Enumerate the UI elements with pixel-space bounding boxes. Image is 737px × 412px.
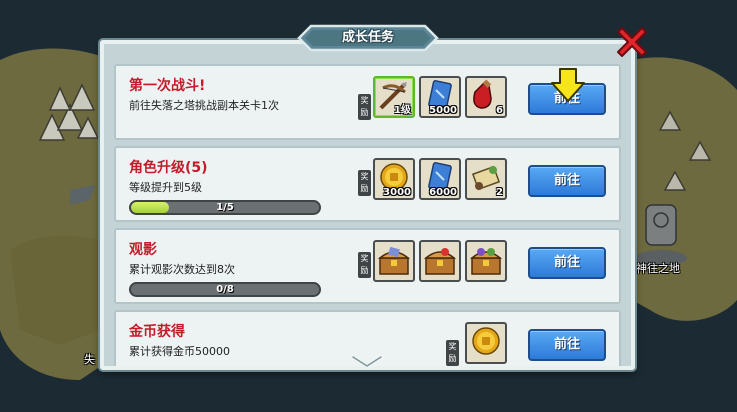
treasure-chest-icon [377, 246, 411, 275]
reward-slot[interactable] [373, 240, 415, 282]
map-label-shenwang: 神往之地 [636, 262, 680, 275]
map-label-shi: 失 [84, 353, 95, 366]
gold-coin-icon [472, 327, 500, 355]
reward-slot[interactable]: 6000 [419, 158, 461, 200]
reward-tag: 奖励 [446, 340, 459, 366]
task-desc: 等级提升到5级 [129, 181, 202, 194]
reward-tag: 奖励 [358, 252, 371, 278]
task-desc: 前往失落之塔挑战副本关卡1次 [129, 99, 279, 112]
scroll-down-icon[interactable] [349, 354, 385, 370]
task-item: 第一次战斗! 前往失落之塔挑战副本关卡1次 奖励 1级 5000 6 [114, 64, 621, 140]
task-list: 第一次战斗! 前往失落之塔挑战副本关卡1次 奖励 1级 5000 6 角色升级(… [114, 64, 621, 366]
go-button[interactable]: 前往 [528, 165, 606, 197]
progress-text: 0/8 [216, 284, 234, 295]
dialog-title-banner: 成长任务 [297, 24, 439, 52]
progress-text: 1/5 [216, 202, 234, 213]
treasure-chest-icon [469, 248, 503, 275]
task-desc: 累计获得金币50000 [129, 345, 230, 358]
task-title: 金币获得 [129, 324, 185, 340]
task-title: 观影 [129, 242, 157, 258]
reward-slot[interactable]: 5000 [419, 76, 461, 118]
reward-slot[interactable]: 2 [465, 158, 507, 200]
hint-arrow-icon [548, 67, 588, 107]
task-item: 角色升级(5) 等级提升到5级 1/5 奖励 3000 6000 2 前往 [114, 146, 621, 222]
go-button[interactable]: 前往 [528, 329, 606, 361]
task-desc: 累计观影次数达到8次 [129, 263, 235, 276]
task-title: 角色升级(5) [129, 160, 208, 176]
reward-slot[interactable]: 3000 [373, 158, 415, 200]
dialog-title: 成长任务 [341, 30, 394, 45]
progress-bar: 0/8 [129, 282, 321, 297]
reward-slot[interactable]: 1级 [373, 76, 415, 118]
reward-tag: 奖励 [358, 170, 371, 196]
reward-slot[interactable] [419, 240, 461, 282]
task-item: 观影 累计观影次数达到8次 0/8 奖励 前往 [114, 228, 621, 304]
reward-tag: 奖励 [358, 94, 371, 120]
progress-bar: 1/5 [129, 200, 321, 215]
task-title: 第一次战斗! [129, 78, 206, 94]
close-button[interactable] [612, 22, 652, 62]
reward-slot[interactable] [465, 240, 507, 282]
go-button[interactable]: 前往 [528, 247, 606, 279]
reward-slot[interactable]: 6 [465, 76, 507, 118]
close-icon [617, 27, 647, 57]
treasure-chest-icon [423, 248, 457, 275]
reward-slot[interactable] [465, 322, 507, 364]
